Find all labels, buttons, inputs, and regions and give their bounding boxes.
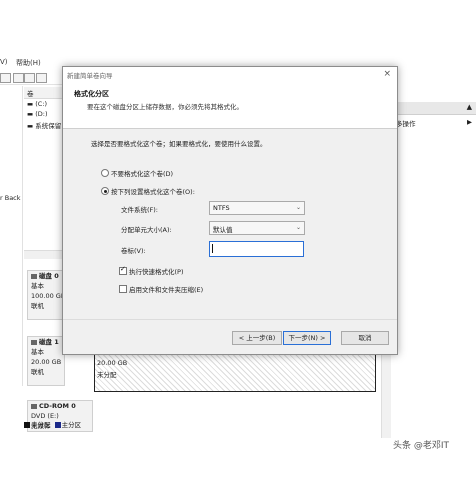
chevron-down-icon: ⌄ xyxy=(295,224,301,231)
filesystem-select[interactable]: NTFS ⌄ xyxy=(209,201,305,215)
legend: 未分配 主分区 xyxy=(24,419,81,429)
dialog-title: 新建简单卷向导 xyxy=(67,72,113,80)
next-button[interactable]: 下一步(N) > xyxy=(283,331,331,345)
volume-column-header[interactable]: 卷 xyxy=(24,87,62,99)
dialog-titlebar[interactable]: 新建简单卷向导 × xyxy=(63,67,397,83)
compression-checkbox[interactable] xyxy=(119,285,127,293)
volume-item[interactable]: ▬ (C:) xyxy=(27,100,47,108)
radio-no-format-label[interactable]: 不要格式化这个卷(D) xyxy=(111,168,173,178)
radio-no-format[interactable] xyxy=(101,169,109,177)
header-subtitle: 要在这个磁盘分区上储存数据，你必须先将其格式化。 xyxy=(87,103,243,111)
header-title: 格式化分区 xyxy=(74,90,109,98)
volume-item[interactable]: ▬ (D:) xyxy=(27,110,48,118)
chevron-down-icon: ⌄ xyxy=(295,204,301,211)
dialog-header: 格式化分区 要在这个磁盘分区上储存数据，你必须先将其格式化。 xyxy=(63,83,397,129)
actions-panel: ▲ 多操作 ▶ xyxy=(396,102,476,242)
back-button[interactable]: < 上一步(B) xyxy=(232,331,282,345)
toolbar-button[interactable] xyxy=(24,73,35,83)
unallocated-swatch xyxy=(24,422,30,428)
left-edge-text: r Back xyxy=(0,194,21,202)
primary-swatch xyxy=(54,422,61,428)
dialog-footer: < 上一步(B) 下一步(N) > 取消 xyxy=(63,320,397,354)
dialog-body: 选择是否要格式化这个卷；如果要格式化，要使用什么设置。 不要格式化这个卷(D) … xyxy=(63,129,397,319)
close-icon[interactable]: × xyxy=(383,69,391,79)
text-caret xyxy=(212,244,213,253)
disk-0-info[interactable]: 磁盘 0 基本 100.00 GB 联机 xyxy=(27,270,65,320)
left-edge-panel xyxy=(0,86,23,386)
unallocated-region[interactable]: 20.00 GB 未分配 xyxy=(94,354,376,392)
allocation-unit-select[interactable]: 默认值 ⌄ xyxy=(209,221,305,235)
toolbar xyxy=(0,70,62,85)
volume-rows: ▬ (C:) ▬ (D:) ▬ 系统保留 xyxy=(24,100,62,140)
allocation-unit-label: 分配单元大小(A): xyxy=(121,226,172,234)
disk-1-info[interactable]: 磁盘 1 基本 20.00 GB 联机 xyxy=(27,336,65,386)
disk-icon xyxy=(31,339,37,345)
radio-format[interactable] xyxy=(101,187,109,195)
toolbar-button[interactable] xyxy=(36,73,47,83)
volume-label-input[interactable] xyxy=(209,241,304,257)
volume-item[interactable]: ▬ 系统保留 xyxy=(27,120,61,130)
quick-format-checkbox[interactable] xyxy=(119,265,127,275)
horizontal-scrollbar[interactable] xyxy=(24,250,62,259)
quick-format-label[interactable]: 执行快速格式化(P) xyxy=(129,266,184,276)
actions-header: ▲ xyxy=(396,102,476,115)
filesystem-label: 文件系统(F): xyxy=(121,206,159,214)
actions-more[interactable]: 多操作 ▶ xyxy=(396,116,476,128)
new-simple-volume-wizard: 新建简单卷向导 × 格式化分区 要在这个磁盘分区上储存数据，你必须先将其格式化。… xyxy=(62,66,398,355)
disk-icon xyxy=(31,273,37,279)
menu-view[interactable]: V) xyxy=(0,58,8,66)
toolbar-button[interactable] xyxy=(13,73,24,83)
cdrom-icon xyxy=(31,403,37,409)
compression-label[interactable]: 启用文件和文件夹压缩(E) xyxy=(129,284,203,294)
watermark: 头条 @老邓IT xyxy=(393,441,450,451)
chevron-right-icon: ▶ xyxy=(467,118,472,126)
menu-help[interactable]: 帮助(H) xyxy=(16,58,41,68)
volume-label-label: 卷标(V): xyxy=(121,247,146,255)
collapse-icon[interactable]: ▲ xyxy=(467,103,472,111)
toolbar-button[interactable] xyxy=(0,73,11,83)
cancel-button[interactable]: 取消 xyxy=(341,331,389,345)
format-prompt: 选择是否要格式化这个卷；如果要格式化，要使用什么设置。 xyxy=(91,140,267,148)
radio-format-label[interactable]: 按下列设置格式化这个卷(O): xyxy=(111,186,195,196)
